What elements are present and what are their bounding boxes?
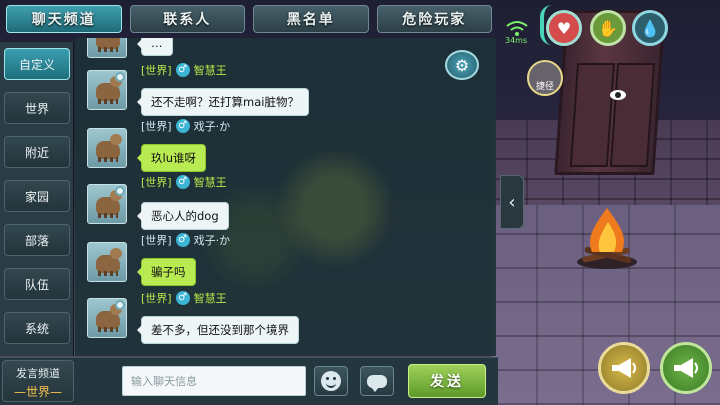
channel-nearby[interactable]: 附近 — [4, 136, 70, 168]
channel-team[interactable]: 队伍 — [4, 268, 70, 300]
ping-readout: 34ms — [505, 36, 528, 45]
chat-input[interactable] — [122, 366, 306, 396]
eye-icon[interactable] — [610, 90, 626, 100]
chat-tabs: 聊天频道 联系人 黑名单 危险玩家 — [0, 0, 498, 36]
gender-male-icon: ♂ — [175, 63, 190, 77]
megaphone-icon — [612, 358, 636, 378]
chat-background — [75, 38, 496, 356]
message-sender: [世界] ♂ 智慧王 — [141, 290, 227, 306]
channel-home[interactable]: 家园 — [4, 180, 70, 212]
message-sender: [世界] ♂ 智慧王 — [141, 174, 227, 190]
message-sender: [世界] ♂ 戏子·か — [141, 118, 230, 134]
message-bubble: 骗子吗 — [137, 258, 196, 286]
sender-channel: [世界] — [141, 120, 172, 133]
sender-name[interactable]: 智慧王 — [194, 174, 227, 190]
channel-world[interactable]: 世界 — [4, 92, 70, 124]
avatar[interactable] — [87, 242, 127, 282]
wifi-icon — [506, 21, 528, 36]
speak-channel-value: —世界— — [13, 385, 62, 399]
channel-list: 自定义 世界 附近 家园 部落 队伍 系统 — [0, 42, 74, 356]
tab-dangerous-players[interactable]: 危险玩家 — [376, 5, 492, 33]
message-bubble: 玖lu谁呀 — [137, 144, 206, 172]
settings-icon: ⚙ — [454, 55, 470, 75]
message-bubble: 恶心人的dog — [137, 202, 229, 230]
avatar[interactable] — [87, 298, 127, 338]
speak-channel-label: 发言频道 — [16, 367, 60, 380]
quick-phrase-button[interactable] — [360, 366, 394, 396]
sender-channel: [世界] — [141, 64, 172, 77]
gender-male-icon: ♂ — [175, 291, 190, 305]
sender-name[interactable]: 智慧王 — [194, 290, 227, 306]
chat-input-bar: 发言频道 —世界— 发送 — [0, 357, 498, 405]
collapse-panel-button[interactable]: ‹ — [500, 175, 524, 229]
campfire — [577, 208, 637, 269]
loudspeaker-button[interactable] — [598, 342, 650, 394]
avatar[interactable] — [87, 38, 127, 58]
sender-channel: [世界] — [141, 292, 172, 305]
chevron-left-icon: ‹ — [508, 191, 516, 213]
avatar[interactable] — [87, 184, 127, 224]
hand-icon: ✋ — [598, 18, 618, 38]
sender-name[interactable]: 智慧王 — [194, 62, 227, 78]
emoji-button[interactable] — [314, 366, 348, 396]
gender-male-icon: ♂ — [175, 233, 190, 247]
gender-male-icon: ♂ — [175, 119, 190, 133]
shortcut-label: 捷径 — [535, 82, 554, 92]
gender-male-icon: ♂ — [175, 175, 190, 189]
message-bubble: … — [137, 38, 173, 56]
heart-button[interactable]: ♥ — [546, 10, 582, 46]
channel-tribe[interactable]: 部落 — [4, 224, 70, 256]
megaphone-icon — [674, 358, 698, 378]
sender-name[interactable]: 戏子·か — [194, 118, 231, 134]
speak-channel-selector[interactable]: 发言频道 —世界— — [2, 360, 74, 402]
water-button[interactable]: 💧 — [632, 10, 668, 46]
send-button[interactable]: 发送 — [408, 364, 486, 398]
hand-button[interactable]: ✋ — [590, 10, 626, 46]
tab-chat-channel[interactable]: 聊天频道 — [6, 5, 122, 33]
chat-message-area[interactable]: … [世界] ♂ 智慧王 还不走啊？还打算mai脏物？ [世界] ♂ 戏子·か … — [75, 38, 496, 356]
speech-bubble-icon — [367, 374, 387, 392]
emoji-icon — [321, 371, 341, 391]
channel-custom[interactable]: 自定义 — [4, 48, 70, 80]
channel-system[interactable]: 系统 — [4, 312, 70, 344]
sender-channel: [世界] — [141, 176, 172, 189]
avatar[interactable] — [87, 70, 127, 110]
message-bubble: 还不走啊？还打算mai脏物？ — [137, 88, 309, 116]
settings-button[interactable]: ⚙ — [445, 50, 479, 80]
broadcast-button[interactable] — [660, 342, 712, 394]
message-bubble: 差不多，但还没到那个境界 — [137, 316, 299, 344]
heart-icon: ♥ — [556, 18, 572, 38]
water-drop-icon: 💧 — [640, 18, 660, 38]
tab-blacklist[interactable]: 黑名单 — [253, 5, 369, 33]
message-sender: [世界] ♂ 智慧王 — [141, 62, 227, 78]
message-sender: [世界] ♂ 戏子·か — [141, 232, 230, 248]
avatar[interactable] — [87, 128, 127, 168]
sender-name[interactable]: 戏子·か — [194, 232, 231, 248]
tab-contacts[interactable]: 联系人 — [129, 5, 245, 33]
sender-channel: [世界] — [141, 234, 172, 247]
